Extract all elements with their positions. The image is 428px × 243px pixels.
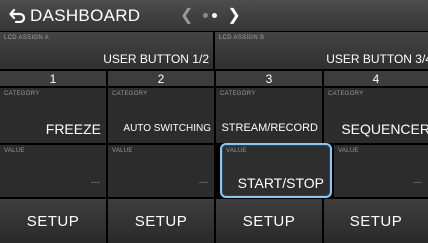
category-caption: CATEGORY [4, 91, 40, 97]
value-text: --- [413, 177, 422, 187]
value-cell-2[interactable]: VALUE --- [108, 145, 214, 197]
category-value: STREAM/RECORD [221, 122, 318, 134]
lcd-assign-b[interactable]: LCD ASSIGN B USER BUTTON 3/4 [215, 32, 428, 69]
value-cell-4[interactable]: VALUE --- [334, 145, 428, 197]
column-number-2: 2 [108, 71, 214, 86]
page-title: DASHBOARD [30, 5, 141, 25]
next-page-icon[interactable]: ❯ [227, 7, 240, 24]
value-cell-1[interactable]: VALUE --- [0, 145, 106, 197]
column-number-3: 3 [216, 71, 322, 86]
category-value: AUTO SWITCHING [123, 123, 211, 134]
value-caption: VALUE [338, 148, 359, 154]
value-text: --- [91, 177, 100, 187]
setup-button-4[interactable]: SETUP [324, 199, 428, 243]
lcd-assign-a[interactable]: LCD ASSIGN A USER BUTTON 1/2 [0, 32, 213, 69]
lcd-assign-a-value: USER BUTTON 1/2 [103, 52, 209, 66]
category-cell-3[interactable]: CATEGORY STREAM/RECORD [216, 88, 322, 143]
prev-page-icon[interactable]: ❮ [180, 7, 193, 24]
lcd-assign-b-caption: LCD ASSIGN B [219, 35, 265, 41]
page-navigator: ❮ ❯ [180, 0, 241, 31]
category-cell-1[interactable]: CATEGORY FREEZE [0, 88, 106, 143]
page-indicator [203, 13, 218, 18]
lcd-assign-a-caption: LCD ASSIGN A [4, 35, 49, 41]
value-text: START/STOP [237, 175, 324, 191]
back-icon[interactable] [6, 0, 28, 31]
column-number-1: 1 [0, 71, 106, 86]
value-caption: VALUE [226, 148, 247, 154]
value-caption: VALUE [4, 148, 25, 154]
category-cell-4[interactable]: CATEGORY SEQUENCER [324, 88, 428, 143]
setup-button-3[interactable]: SETUP [216, 199, 322, 243]
lcd-assign-b-value: USER BUTTON 3/4 [326, 52, 428, 66]
top-bar: DASHBOARD ❮ ❯ [0, 0, 428, 31]
setup-button-1[interactable]: SETUP [0, 199, 106, 243]
category-value: SEQUENCER [341, 121, 428, 137]
column-number-4: 4 [324, 71, 428, 86]
setup-button-2[interactable]: SETUP [108, 199, 214, 243]
page-dot-1 [203, 13, 209, 18]
value-text: --- [199, 177, 208, 187]
category-value: FREEZE [45, 121, 101, 137]
category-caption: CATEGORY [328, 91, 364, 97]
category-caption: CATEGORY [220, 91, 256, 97]
page-dot-2 [212, 13, 218, 18]
value-cell-3-selected[interactable]: VALUE START/STOP [220, 143, 332, 198]
category-caption: CATEGORY [112, 91, 148, 97]
category-cell-2[interactable]: CATEGORY AUTO SWITCHING [108, 88, 214, 143]
value-caption: VALUE [112, 148, 133, 154]
